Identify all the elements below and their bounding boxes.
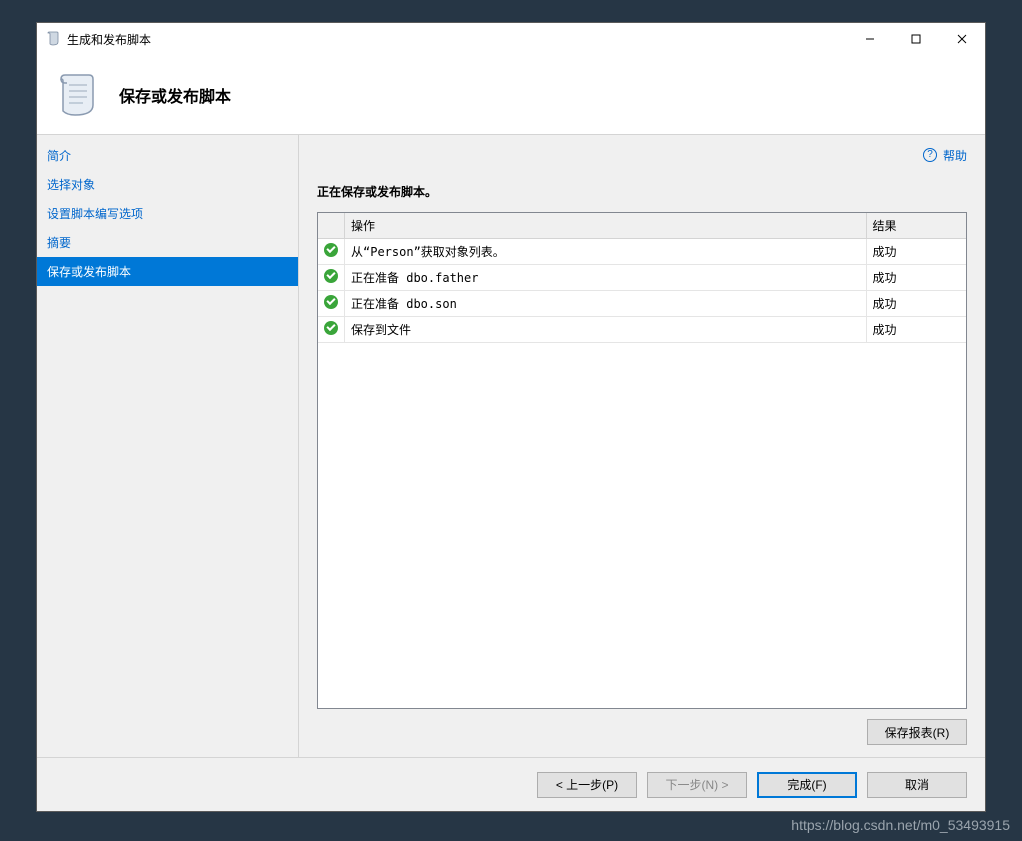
result-cell: 成功 [866, 291, 966, 317]
script-icon [51, 71, 99, 119]
sidebar-item-script-options[interactable]: 设置脚本编写选项 [37, 199, 298, 228]
save-report-button[interactable]: 保存报表(R) [867, 719, 967, 745]
maximize-button[interactable] [893, 24, 939, 54]
success-icon [324, 269, 338, 283]
table-row: 正在准备 dbo.father 成功 [318, 265, 966, 291]
section-title: 正在保存或发布脚本。 [317, 183, 967, 200]
header-title: 保存或发布脚本 [119, 83, 231, 107]
watermark: https://blog.csdn.net/m0_53493915 [791, 817, 1010, 833]
col-status [318, 213, 345, 239]
sidebar-item-choose-objects[interactable]: 选择对象 [37, 170, 298, 199]
table-row: 从“Person”获取对象列表。 成功 [318, 239, 966, 265]
operation-cell: 保存到文件 [345, 317, 867, 343]
main-panel: ? 帮助 正在保存或发布脚本。 操作 结果 [299, 135, 985, 757]
sidebar-item-summary[interactable]: 摘要 [37, 228, 298, 257]
success-icon [324, 243, 338, 257]
close-button[interactable] [939, 24, 985, 54]
wizard-window: 生成和发布脚本 保存或发布脚本 简介 选择对象 设 [36, 22, 986, 812]
header: 保存或发布脚本 [37, 55, 985, 135]
result-cell: 成功 [866, 239, 966, 265]
minimize-button[interactable] [847, 24, 893, 54]
previous-button[interactable]: < 上一步(P) [537, 772, 637, 798]
success-icon [324, 295, 338, 309]
sidebar-item-save-publish[interactable]: 保存或发布脚本 [37, 257, 298, 286]
operation-cell: 正在准备 dbo.father [345, 265, 867, 291]
help-link[interactable]: 帮助 [943, 147, 967, 164]
body: 简介 选择对象 设置脚本编写选项 摘要 保存或发布脚本 ? 帮助 正在保存或发布… [37, 135, 985, 757]
help-icon: ? [923, 148, 937, 162]
col-operation: 操作 [345, 213, 867, 239]
col-result: 结果 [866, 213, 966, 239]
result-cell: 成功 [866, 317, 966, 343]
next-button: 下一步(N) > [647, 772, 747, 798]
window-title: 生成和发布脚本 [67, 31, 151, 48]
result-cell: 成功 [866, 265, 966, 291]
success-icon [324, 321, 338, 335]
titlebar: 生成和发布脚本 [37, 23, 985, 55]
operation-cell: 正在准备 dbo.son [345, 291, 867, 317]
table-row: 正在准备 dbo.son 成功 [318, 291, 966, 317]
cancel-button[interactable]: 取消 [867, 772, 967, 798]
app-icon [45, 31, 61, 47]
sidebar: 简介 选择对象 设置脚本编写选项 摘要 保存或发布脚本 [37, 135, 299, 757]
progress-table: 操作 结果 从“Person”获取对象列表。 成功 正在准备 dbo.fathe [317, 212, 967, 709]
finish-button[interactable]: 完成(F) [757, 772, 857, 798]
operation-cell: 从“Person”获取对象列表。 [345, 239, 867, 265]
sidebar-item-intro[interactable]: 简介 [37, 141, 298, 170]
footer: < 上一步(P) 下一步(N) > 完成(F) 取消 [37, 757, 985, 811]
table-row: 保存到文件 成功 [318, 317, 966, 343]
